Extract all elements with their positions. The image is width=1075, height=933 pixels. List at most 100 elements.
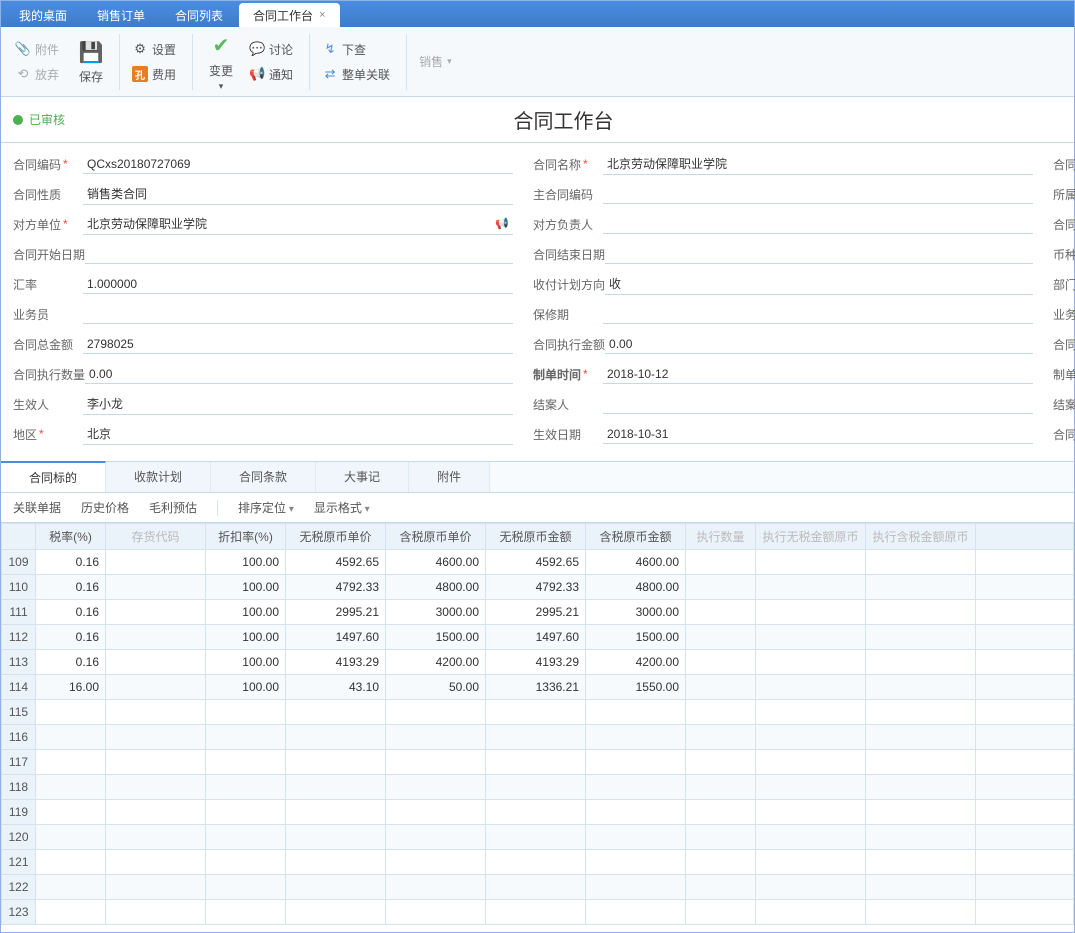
counterparty-field[interactable]: 北京劳动保障职业学院📢: [83, 213, 513, 235]
total-amount-label: 合同总金额: [13, 336, 83, 353]
create-time-field[interactable]: 2018-10-12: [603, 364, 1033, 384]
main-tab[interactable]: 合同工作台×: [239, 3, 339, 27]
biz-type-label: 业务类型: [1053, 306, 1075, 323]
sale-button[interactable]: 销售 ▾: [413, 51, 458, 72]
check-button[interactable]: ↯下查: [316, 39, 396, 60]
exec-amount-field[interactable]: 0.00: [605, 334, 1033, 354]
table-row[interactable]: 118: [2, 775, 1074, 800]
effect-date-field[interactable]: 2018-10-31: [603, 424, 1033, 444]
table-row[interactable]: 1130.16100.004193.294200.004193.294200.0…: [2, 650, 1074, 675]
gross-est-button[interactable]: 毛利预估: [149, 499, 197, 516]
save-icon: 💾: [77, 38, 105, 66]
sub-tab-bar: 合同标的收款计划合同条款大事记附件: [1, 462, 1074, 493]
table-row[interactable]: 117: [2, 750, 1074, 775]
effector-field[interactable]: 李小龙: [83, 393, 513, 415]
col-taxed-amount[interactable]: 含税原币金额: [586, 524, 686, 550]
main-code-field[interactable]: [603, 184, 1033, 204]
discuss-icon: 💬: [249, 41, 265, 57]
contract-code-field[interactable]: QCxs20180727069: [83, 154, 513, 174]
contract-code-label: 合同编码*: [13, 156, 83, 173]
col-exec-taxed[interactable]: 执行含税金额原币: [866, 524, 976, 550]
contract-type-label: 合同类型*: [1053, 156, 1075, 173]
table-row[interactable]: 120: [2, 825, 1074, 850]
region-field[interactable]: 北京: [83, 423, 513, 445]
currency-label: 币种*: [1053, 246, 1075, 263]
sub-tab[interactable]: 收款计划: [106, 462, 211, 492]
sub-tab[interactable]: 附件: [409, 462, 490, 492]
attach-button[interactable]: 📎附件: [9, 39, 65, 60]
total-amount-field[interactable]: 2798025: [83, 334, 513, 354]
main-tab[interactable]: 我的桌面: [5, 3, 81, 27]
closer-field[interactable]: [603, 394, 1033, 414]
col-exec-qty[interactable]: 执行数量: [686, 524, 756, 550]
notify-button[interactable]: 📢通知: [243, 64, 299, 85]
end-date-label: 合同结束日期: [533, 246, 605, 263]
toolbar: 📎附件 ⟲放弃 💾 保存 ⚙设置 孔费用 ✔ 变更▾ 💬讨论 📢通知 ↯下查 ⇄…: [1, 27, 1074, 97]
hist-price-button[interactable]: 历史价格: [81, 499, 129, 516]
dept-label: 部门: [1053, 276, 1075, 293]
col-untaxed-price[interactable]: 无税原币单价: [286, 524, 386, 550]
col-extra[interactable]: [976, 524, 1074, 550]
rate-field[interactable]: 1.000000: [83, 274, 513, 294]
table-row[interactable]: 116: [2, 725, 1074, 750]
discard-icon: ⟲: [15, 66, 31, 82]
contract-nature-label: 合同性质: [13, 186, 83, 203]
close-icon[interactable]: ×: [319, 9, 325, 21]
desc-label: 合同描述: [1053, 426, 1075, 443]
sub-tab[interactable]: 大事记: [316, 462, 409, 492]
sign-date-label: 合同签定日期: [1053, 216, 1075, 233]
table-row[interactable]: 1110.16100.002995.213000.002995.213000.0…: [2, 600, 1074, 625]
settings-button[interactable]: ⚙设置: [126, 39, 182, 60]
expense-button[interactable]: 孔费用: [126, 64, 182, 85]
exec-qty-field[interactable]: 0.00: [85, 364, 513, 384]
discuss-button[interactable]: 💬讨论: [243, 39, 299, 60]
main-tab[interactable]: 销售订单: [83, 3, 159, 27]
main-code-label: 主合同编码: [533, 186, 603, 203]
plan-dir-field[interactable]: 收: [605, 273, 1033, 295]
start-date-field[interactable]: [85, 244, 513, 264]
change-button[interactable]: ✔ 变更▾: [199, 28, 243, 96]
main-tab[interactable]: 合同列表: [161, 3, 237, 27]
table-row[interactable]: 11416.00100.0043.1050.001336.211550.00: [2, 675, 1074, 700]
sort-pos-dropdown[interactable]: 排序定位: [238, 499, 294, 516]
speaker-icon[interactable]: 📢: [495, 217, 509, 231]
contract-name-label: 合同名称*: [533, 156, 603, 173]
col-rownum[interactable]: [2, 524, 36, 550]
table-row[interactable]: 115: [2, 700, 1074, 725]
disp-format-dropdown[interactable]: 显示格式: [314, 499, 370, 516]
salesman-label: 业务员: [13, 306, 83, 323]
region-label: 地区*: [13, 426, 83, 443]
effect-date-label: 生效日期: [533, 426, 603, 443]
table-row[interactable]: 123: [2, 900, 1074, 925]
status-text: 已审核: [29, 111, 65, 128]
salesman-field[interactable]: [83, 304, 513, 324]
col-discount[interactable]: 折扣率(%): [206, 524, 286, 550]
sub-tab[interactable]: 合同标的: [1, 461, 106, 492]
end-date-field[interactable]: [605, 244, 1033, 264]
table-row[interactable]: 121: [2, 850, 1074, 875]
table-row[interactable]: 1100.16100.004792.334800.004792.334800.0…: [2, 575, 1074, 600]
page-title: 合同工作台: [65, 105, 1062, 134]
sub-tab[interactable]: 合同条款: [211, 462, 316, 492]
counter-lead-field[interactable]: [603, 214, 1033, 234]
table-row[interactable]: 1120.16100.001497.601500.001497.601500.0…: [2, 625, 1074, 650]
col-stock-code[interactable]: 存货代码: [106, 524, 206, 550]
contract-nature-field[interactable]: 销售类合同: [83, 183, 513, 205]
check-icon: ↯: [322, 41, 338, 57]
related-doc-button[interactable]: 关联单据: [13, 499, 61, 516]
warranty-field[interactable]: [603, 304, 1033, 324]
col-tax-rate[interactable]: 税率(%): [36, 524, 106, 550]
save-button[interactable]: 💾 保存: [69, 34, 113, 89]
col-exec-untaxed[interactable]: 执行无税金额原币: [756, 524, 866, 550]
counter-lead-label: 对方负责人: [533, 216, 603, 233]
link-button[interactable]: ⇄整单关联: [316, 64, 396, 85]
table-row[interactable]: 1090.16100.004592.654600.004592.654600.0…: [2, 550, 1074, 575]
discard-button[interactable]: ⟲放弃: [9, 64, 65, 85]
col-untaxed-amount[interactable]: 无税原币金额: [486, 524, 586, 550]
close-date-label: 结案日期: [1053, 396, 1075, 413]
col-taxed-price[interactable]: 含税原币单价: [386, 524, 486, 550]
rate-label: 汇率: [13, 276, 83, 293]
table-row[interactable]: 119: [2, 800, 1074, 825]
contract-name-field[interactable]: 北京劳动保障职业学院: [603, 153, 1033, 175]
table-row[interactable]: 122: [2, 875, 1074, 900]
